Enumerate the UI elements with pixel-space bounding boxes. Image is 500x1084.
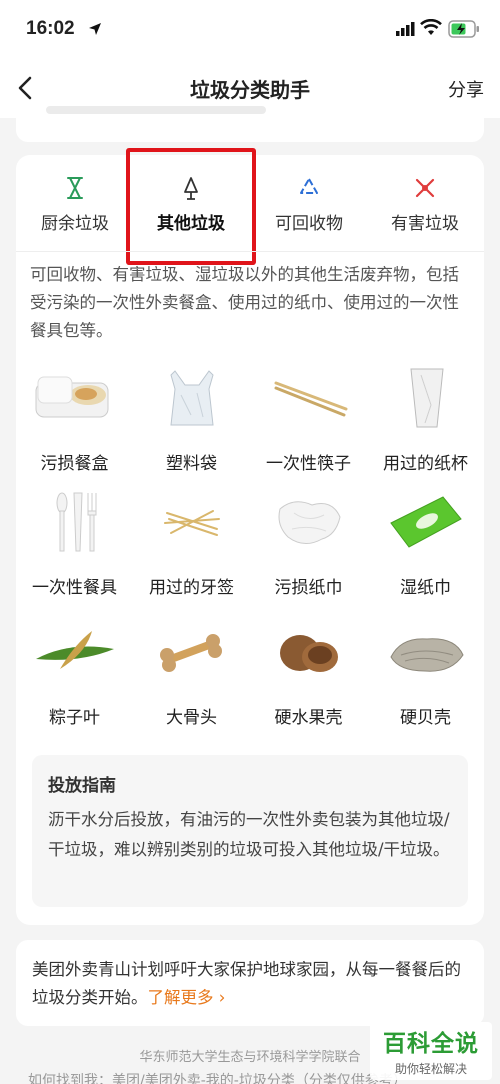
- item-label: 硬贝壳: [400, 708, 451, 728]
- item-label: 一次性餐具: [32, 578, 117, 598]
- item-big-bone[interactable]: 大骨头: [133, 619, 250, 728]
- item-disposable-chopsticks[interactable]: 一次性筷子: [250, 365, 367, 474]
- previous-card: [16, 100, 484, 142]
- paper-cup-image: [409, 368, 444, 428]
- watermark-main: 百科全说: [383, 1031, 479, 1057]
- disposal-guide: 投放指南 沥干水分后投放，有油污的一次性外卖包装为其他垃圾/干垃圾，难以辨别类别…: [32, 755, 468, 907]
- share-button[interactable]: 分享: [448, 76, 484, 102]
- watermark-sub: 助你轻松解决: [394, 1062, 467, 1076]
- tissue-image: [278, 501, 341, 544]
- item-label: 用过的牙签: [149, 578, 234, 598]
- zongzi-leaf-image: [35, 631, 114, 669]
- wifi-icon: [420, 19, 442, 35]
- tab-food-waste[interactable]: 厨余垃圾: [20, 175, 130, 234]
- item-label: 用过的纸杯: [383, 454, 468, 474]
- item-label: 一次性筷子: [266, 454, 351, 474]
- tab-label: 厨余垃圾: [41, 214, 109, 234]
- item-plastic-bag[interactable]: 塑料袋: [133, 365, 250, 474]
- item-label: 粽子叶: [49, 708, 100, 728]
- item-disposable-cutlery[interactable]: 一次性餐具: [16, 489, 133, 598]
- item-used-toothpicks[interactable]: 用过的牙签: [133, 489, 250, 598]
- item-label: 湿纸巾: [400, 578, 451, 598]
- previous-card-text-faded: [46, 106, 266, 114]
- oyster-shell-image: [389, 638, 464, 672]
- location-arrow-icon: [89, 23, 101, 35]
- footer-howto: 如何找到我：美团/美团外卖-我的-垃圾分类（分类仅供参考）: [28, 1073, 407, 1084]
- item-label: 污损餐盒: [40, 454, 109, 474]
- coconut-shell-image: [279, 635, 338, 672]
- item-label: 塑料袋: [166, 454, 217, 474]
- bone-image: [159, 634, 222, 672]
- promo-text-block: 美团外卖青山计划呼吁大家保护地球家园，从每一餐餐后的垃圾分类开始。了解更多 ›: [32, 956, 472, 1012]
- battery-charging-icon: [448, 20, 479, 38]
- cutlery-image: [56, 492, 96, 552]
- tab-label: 有害垃圾: [391, 214, 459, 234]
- category-tabs: 厨余垃圾 其他垃圾 可回收物 有害垃圾: [16, 148, 484, 265]
- cross-icon: [415, 178, 435, 198]
- item-hard-shell[interactable]: 硬贝壳: [367, 619, 484, 728]
- guide-text: 沥干水分后投放，有油污的一次性外卖包装为其他垃圾/干垃圾，难以辨别类别的垃圾可投…: [48, 810, 450, 859]
- item-label: 污损纸巾: [274, 578, 343, 598]
- category-card: 厨余垃圾 其他垃圾 可回收物 有害垃圾 可回收物、有害垃圾、湿垃圾以外的其他生活…: [16, 148, 484, 925]
- item-hard-fruit-shell[interactable]: 硬水果壳: [250, 619, 367, 728]
- item-label: 大骨头: [166, 708, 217, 728]
- status-time: 16:02: [26, 18, 75, 39]
- item-used-paper-cup[interactable]: 用过的纸杯: [367, 365, 484, 474]
- toothpicks-image: [163, 510, 220, 536]
- hourglass-icon: [67, 177, 83, 199]
- promo-card: 美团外卖青山计划呼吁大家保护地球家园，从每一餐餐后的垃圾分类开始。了解更多 ›: [16, 940, 484, 1026]
- tab-hazardous[interactable]: 有害垃圾: [370, 175, 480, 234]
- promo-text: 美团外卖青山计划呼吁大家保护地球家园，从每一餐餐后的垃圾分类开始。: [32, 960, 461, 1007]
- item-wet-wipes[interactable]: 湿纸巾: [367, 489, 484, 598]
- divider: [16, 251, 484, 252]
- page-title: 垃圾分类助手: [190, 78, 310, 102]
- highlight-annotation-box: [126, 148, 256, 265]
- category-description: 可回收物、有害垃圾、湿垃圾以外的其他生活废弃物，包括受污染的一次性外卖餐盒、使用…: [30, 265, 459, 340]
- learn-more-link[interactable]: 了解更多 ›: [148, 988, 226, 1007]
- plastic-bag-image: [169, 370, 214, 426]
- tab-label: 可回收物: [275, 214, 343, 234]
- item-dirty-tissue[interactable]: 污损纸巾: [250, 489, 367, 598]
- recycle-icon: [300, 178, 318, 194]
- wet-wipes-image: [389, 496, 462, 548]
- item-dirty-food-box[interactable]: 污损餐盒: [16, 365, 133, 474]
- cellular-signal-icon: [396, 22, 415, 36]
- item-zongzi-leaf[interactable]: 粽子叶: [16, 619, 133, 728]
- watermark-logo: 百科全说 助你轻松解决: [370, 1022, 492, 1080]
- guide-title: 投放指南: [48, 776, 116, 796]
- item-label: 硬水果壳: [274, 708, 343, 728]
- food-box-image: [35, 376, 108, 418]
- chopsticks-image: [274, 381, 347, 417]
- status-bar: 16:02: [0, 0, 500, 58]
- tab-recyclable[interactable]: 可回收物: [254, 175, 364, 234]
